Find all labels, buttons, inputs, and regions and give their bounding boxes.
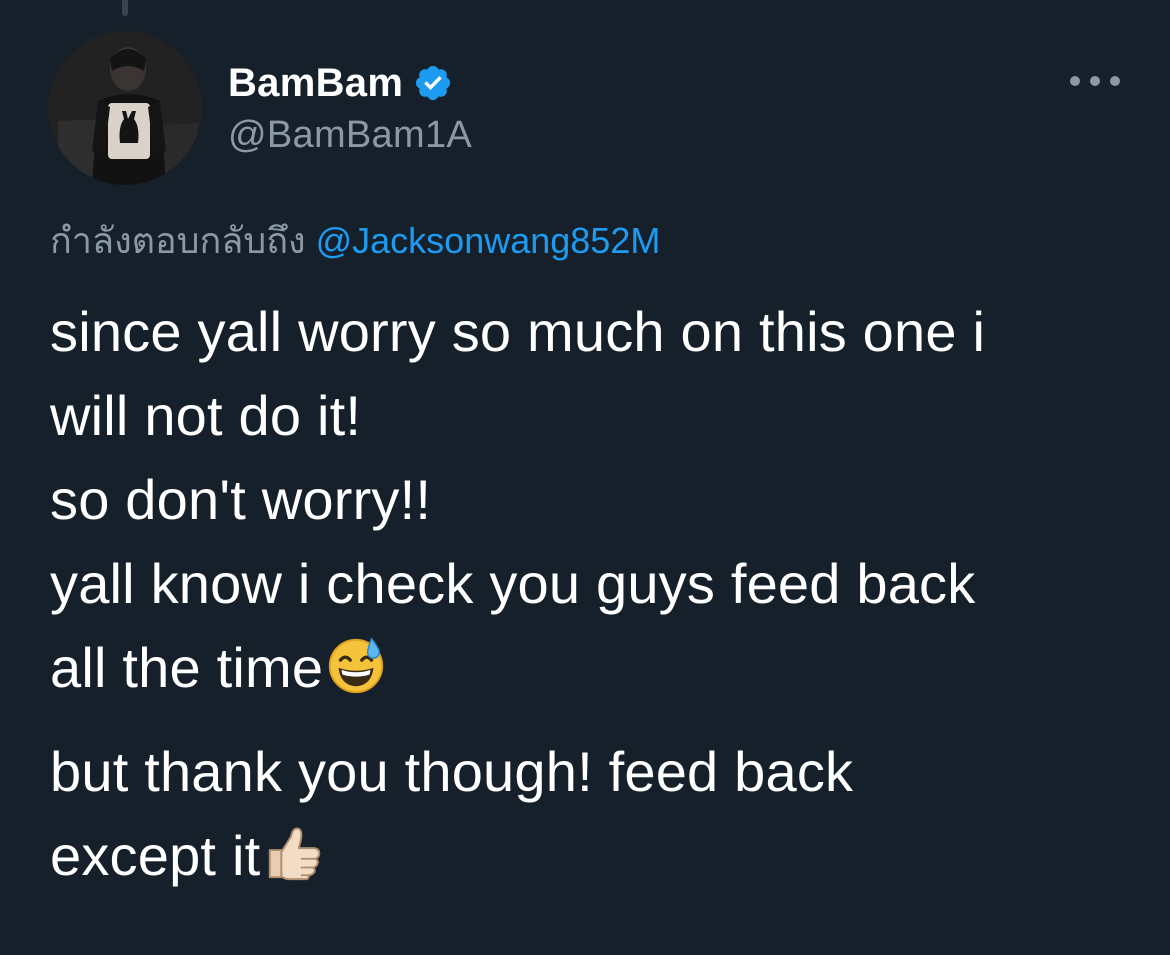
tweet-paragraph-1: since yall worry so much on this one i w…	[50, 290, 1130, 718]
more-dot	[1110, 76, 1120, 86]
tweet-line-with-emoji: except it	[50, 814, 1130, 906]
reply-mention-link[interactable]: @Jacksonwang852M	[316, 220, 661, 261]
more-options-icon[interactable]	[1068, 66, 1122, 96]
author-handle[interactable]: @BamBam1A	[228, 114, 472, 157]
tweet-line: all the time	[50, 636, 324, 699]
tweet-paragraph-2: but thank you though! feed back except i…	[50, 730, 1130, 906]
tweet-line: but thank you though! feed back	[50, 740, 854, 803]
thumbs-up-emoji-icon	[262, 821, 324, 906]
verified-badge-icon[interactable]	[413, 63, 453, 103]
tweet-line: since yall worry so much on this one i	[50, 300, 986, 363]
author-name-row: BamBam	[228, 58, 453, 108]
more-dot	[1090, 76, 1100, 86]
thread-connector-line	[122, 0, 128, 16]
reply-context-prefix: กำลังตอบกลับถึง	[50, 220, 306, 261]
avatar-photo-icon	[48, 31, 202, 185]
tweet-line: so don't worry!!	[50, 468, 432, 531]
tweet-line: will not do it!	[50, 384, 362, 447]
tweet-line-with-emoji: all the time	[50, 626, 1130, 718]
tweet-line: yall know i check you guys feed back	[50, 552, 976, 615]
avatar[interactable]	[48, 31, 202, 185]
grinning-face-with-sweat-emoji-icon	[325, 633, 387, 718]
tweet-text: since yall worry so much on this one i w…	[50, 290, 1130, 906]
reply-context: กำลังตอบกลับถึง @Jacksonwang852M	[50, 212, 660, 269]
tweet-line: except it	[50, 824, 261, 887]
more-dot	[1070, 76, 1080, 86]
author-display-name[interactable]: BamBam	[228, 61, 403, 106]
